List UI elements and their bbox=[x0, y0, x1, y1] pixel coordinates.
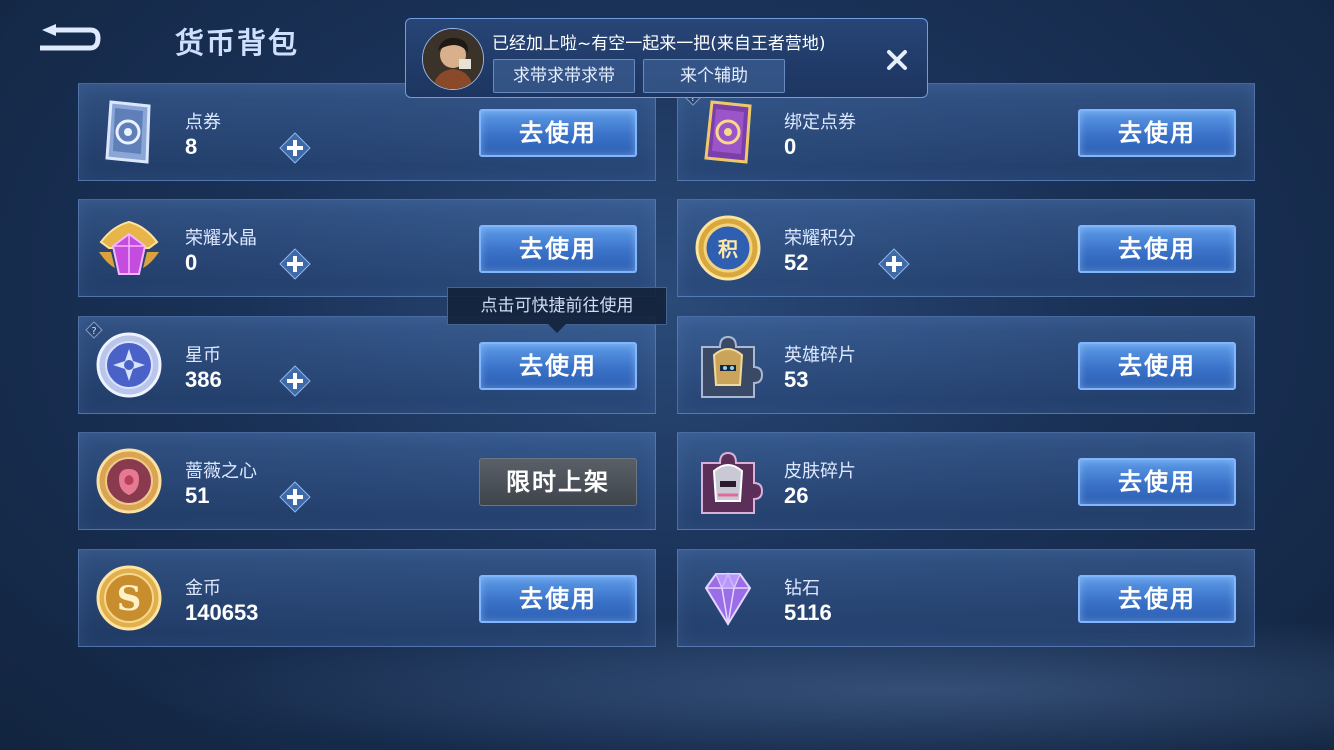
currency-amount: 53 bbox=[784, 367, 809, 392]
skin-fragment-icon bbox=[692, 445, 764, 517]
currency-card-diamond: 钻石 5116 去使用 bbox=[677, 549, 1255, 647]
use-button[interactable]: 去使用 bbox=[1078, 458, 1236, 506]
currency-name: 英雄碎片 bbox=[784, 345, 856, 366]
use-button[interactable]: 去使用 bbox=[479, 225, 637, 273]
use-button[interactable]: 去使用 bbox=[479, 342, 637, 390]
currency-amount: 0 bbox=[185, 250, 198, 275]
currency-amount: 0 bbox=[784, 134, 797, 159]
avatar[interactable] bbox=[422, 28, 484, 90]
currency-card-rose-heart: 蔷薇之心 51 限时上架 bbox=[78, 432, 656, 530]
currency-card-star-coin: ? 星币 386 去使用 bbox=[78, 316, 656, 414]
use-button[interactable]: 去使用 bbox=[1078, 575, 1236, 623]
star-coin-icon bbox=[93, 329, 165, 401]
friend-notification: 已经加上啦~有空一起来一把(来自王者营地) 求带求带求带 来个辅助 bbox=[405, 18, 928, 98]
glory-crystal-icon bbox=[93, 212, 165, 284]
currency-amount: 51 bbox=[185, 483, 210, 508]
currency-card-glory-points: 积 荣耀积分 52 去使用 bbox=[677, 199, 1255, 297]
use-button[interactable]: 去使用 bbox=[1078, 225, 1236, 273]
rose-heart-icon bbox=[93, 445, 165, 517]
quick-use-tooltip: 点击可快捷前往使用 bbox=[447, 287, 667, 325]
limited-time-button[interactable]: 限时上架 bbox=[479, 458, 637, 506]
currency-name: 钻石 bbox=[784, 578, 820, 599]
back-button[interactable] bbox=[34, 22, 104, 58]
hero-fragment-icon bbox=[692, 329, 764, 401]
close-icon bbox=[887, 50, 907, 70]
currency-name: 皮肤碎片 bbox=[784, 461, 856, 482]
plus-icon bbox=[279, 132, 311, 164]
bound-coupon-card-icon bbox=[692, 96, 764, 168]
svg-text:积: 积 bbox=[718, 237, 738, 261]
quick-reply-button[interactable]: 来个辅助 bbox=[643, 59, 785, 93]
currency-amount: 8 bbox=[185, 134, 198, 159]
add-star-coin-button[interactable] bbox=[279, 365, 311, 397]
currency-amount: 26 bbox=[784, 483, 809, 508]
close-button[interactable] bbox=[882, 45, 912, 75]
currency-amount: 5116 bbox=[784, 600, 832, 625]
add-glory-points-button[interactable] bbox=[878, 248, 910, 280]
currency-name: 星币 bbox=[185, 345, 221, 366]
currency-card-hero-fragment: 英雄碎片 53 去使用 bbox=[677, 316, 1255, 414]
plus-icon bbox=[279, 365, 311, 397]
add-glory-crystal-button[interactable] bbox=[279, 248, 311, 280]
add-coupon-button[interactable] bbox=[279, 132, 311, 164]
use-button[interactable]: 去使用 bbox=[1078, 109, 1236, 157]
currency-card-skin-fragment: 皮肤碎片 26 去使用 bbox=[677, 432, 1255, 530]
currency-name: 蔷薇之心 bbox=[185, 461, 257, 482]
currency-name: 金币 bbox=[185, 578, 221, 599]
plus-icon bbox=[878, 248, 910, 280]
currency-name: 绑定点券 bbox=[784, 112, 856, 133]
quick-reply-button[interactable]: 求带求带求带 bbox=[493, 59, 635, 93]
currency-amount: 140653 bbox=[185, 600, 259, 625]
currency-card-glory-crystal: 荣耀水晶 0 去使用 bbox=[78, 199, 656, 297]
currency-amount: 52 bbox=[784, 250, 809, 275]
currency-name: 荣耀水晶 bbox=[185, 228, 257, 249]
currency-card-gold-coin: S 金币 140653 去使用 bbox=[78, 549, 656, 647]
coupon-card-icon bbox=[93, 96, 165, 168]
use-button[interactable]: 去使用 bbox=[479, 109, 637, 157]
currency-amount: 386 bbox=[185, 367, 222, 392]
tooltip-arrow bbox=[548, 324, 566, 333]
gold-coin-icon: S bbox=[93, 562, 165, 634]
glory-points-icon: 积 bbox=[692, 212, 764, 284]
use-button[interactable]: 去使用 bbox=[479, 575, 637, 623]
back-arrow-icon bbox=[40, 24, 101, 51]
page-title: 货币背包 bbox=[175, 26, 300, 60]
svg-text:S: S bbox=[117, 579, 142, 619]
notification-message: 已经加上啦~有空一起来一把(来自王者营地) bbox=[492, 34, 826, 54]
diamond-icon bbox=[692, 562, 764, 634]
currency-name: 点券 bbox=[185, 112, 221, 133]
plus-icon bbox=[279, 248, 311, 280]
add-rose-heart-button[interactable] bbox=[279, 481, 311, 513]
use-button[interactable]: 去使用 bbox=[1078, 342, 1236, 390]
plus-icon bbox=[279, 481, 311, 513]
currency-name: 荣耀积分 bbox=[784, 228, 856, 249]
